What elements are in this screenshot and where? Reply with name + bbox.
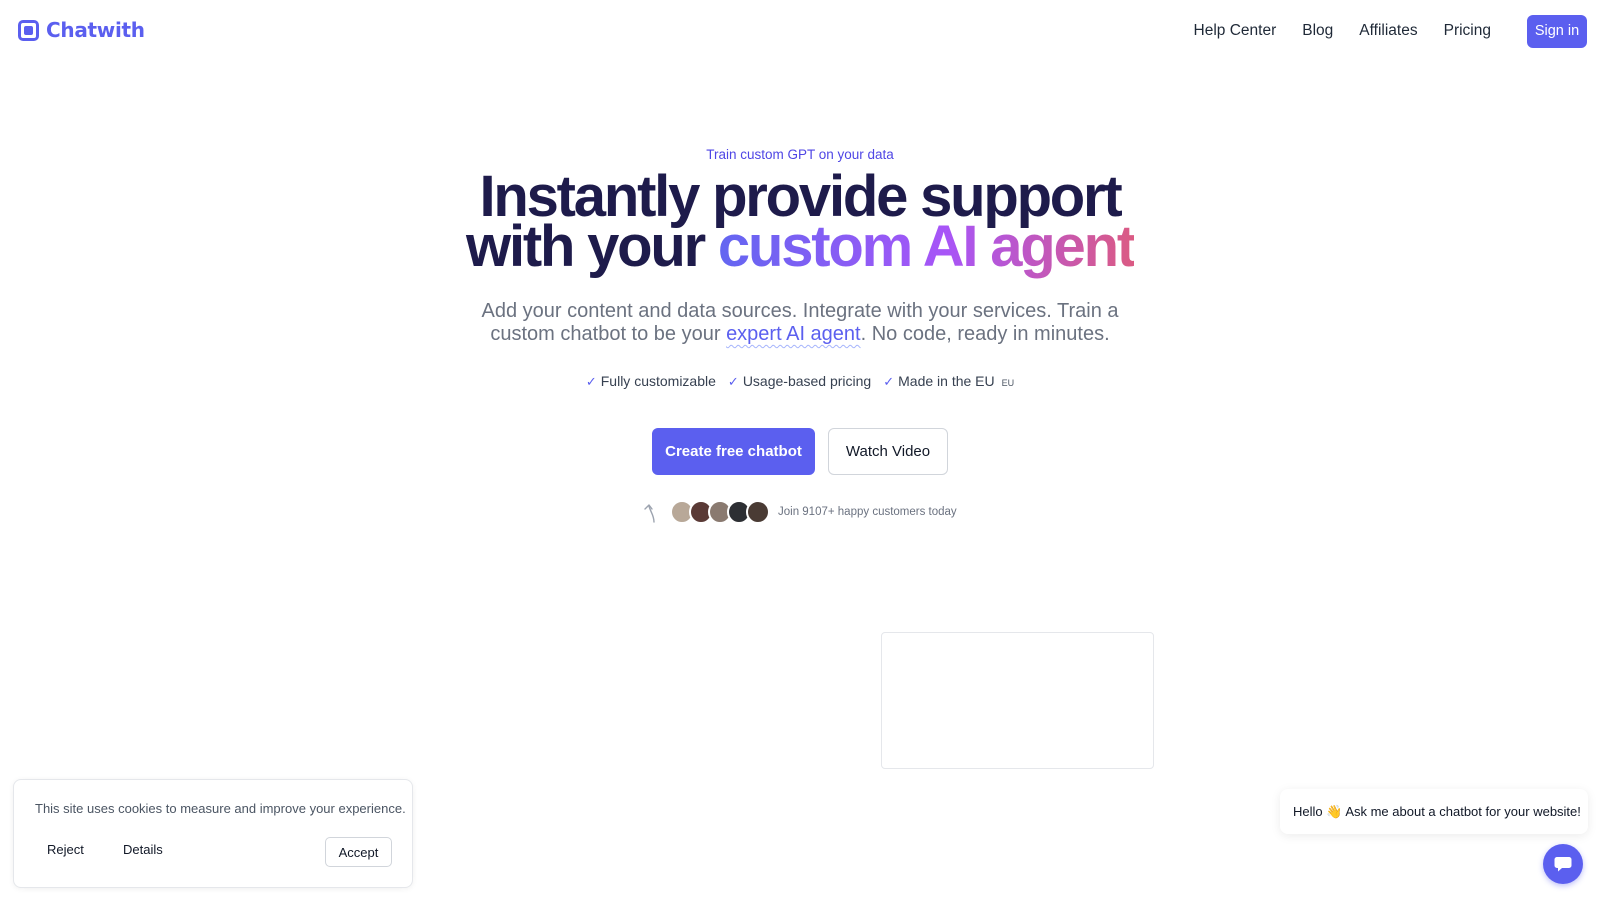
main-nav: Help Center Blog Affiliates Pricing Sign… (1194, 0, 1600, 62)
chat-greeting-text: Hello 👋 Ask me about a chatbot for your … (1293, 803, 1581, 819)
eu-badge: EU (1001, 378, 1015, 388)
customer-avatars (670, 500, 770, 524)
hero-eyebrow: Train custom GPT on your data (706, 147, 894, 162)
feature-label: Fully customizable (600, 373, 716, 389)
subheading-part-2: . No code, ready in minutes. (860, 323, 1110, 345)
social-proof-text: Join 9107+ happy customers today (778, 506, 957, 518)
cookie-reject-button[interactable]: Reject (47, 833, 84, 865)
nav-help-center[interactable]: Help Center (1194, 22, 1277, 40)
feature-label: Made in the EU (898, 373, 995, 389)
cookie-banner: This site uses cookies to measure and im… (13, 779, 413, 888)
create-free-chatbot-button[interactable]: Create free chatbot (652, 428, 815, 475)
nav-pricing[interactable]: Pricing (1444, 22, 1491, 40)
feature-item: ✓ Usage-based pricing (728, 373, 871, 390)
chat-greeting-bubble[interactable]: Hello 👋 Ask me about a chatbot for your … (1280, 789, 1588, 834)
headline-gradient-text: custom AI agent (717, 214, 1136, 279)
hero-headline: Instantly provide support with your cust… (0, 168, 1600, 276)
chat-bubble-icon (1554, 857, 1572, 872)
nav-affiliates[interactable]: Affiliates (1359, 22, 1417, 40)
check-icon: ✓ (585, 374, 597, 389)
feature-label: Usage-based pricing (742, 373, 872, 389)
logo-text: Chatwith (46, 18, 145, 42)
watch-video-button[interactable]: Watch Video (828, 428, 948, 475)
social-proof: Join 9107+ happy customers today (640, 500, 957, 524)
cookie-details-button[interactable]: Details (123, 833, 163, 865)
cookie-accept-button[interactable]: Accept (325, 837, 392, 867)
feature-list: ✓ Fully customizable ✓ Usage-based prici… (0, 373, 1600, 390)
curved-arrow-up-icon (644, 504, 655, 523)
site-header: Chatwith Help Center Blog Affiliates Pri… (0, 0, 1600, 62)
hero-subheading: Add your content and data sources. Integ… (480, 300, 1120, 346)
feature-item: ✓ Made in the EU EU (883, 373, 1014, 390)
nav-blog[interactable]: Blog (1302, 22, 1333, 40)
cta-row: Create free chatbot Watch Video (0, 428, 1600, 475)
cookie-message: This site uses cookies to measure and im… (35, 801, 406, 816)
avatar (746, 500, 770, 524)
check-icon: ✓ (883, 374, 895, 389)
feature-item: ✓ Fully customizable (586, 373, 716, 390)
chat-launcher-button[interactable] (1543, 844, 1583, 884)
subheading-highlight: expert AI agent (726, 323, 861, 345)
media-placeholder (881, 632, 1154, 769)
logo[interactable]: Chatwith (18, 18, 145, 42)
headline-line-2-plain: with your (466, 214, 718, 279)
check-icon: ✓ (727, 374, 739, 389)
sign-in-button[interactable]: Sign in (1527, 14, 1587, 48)
logo-icon (18, 19, 39, 41)
